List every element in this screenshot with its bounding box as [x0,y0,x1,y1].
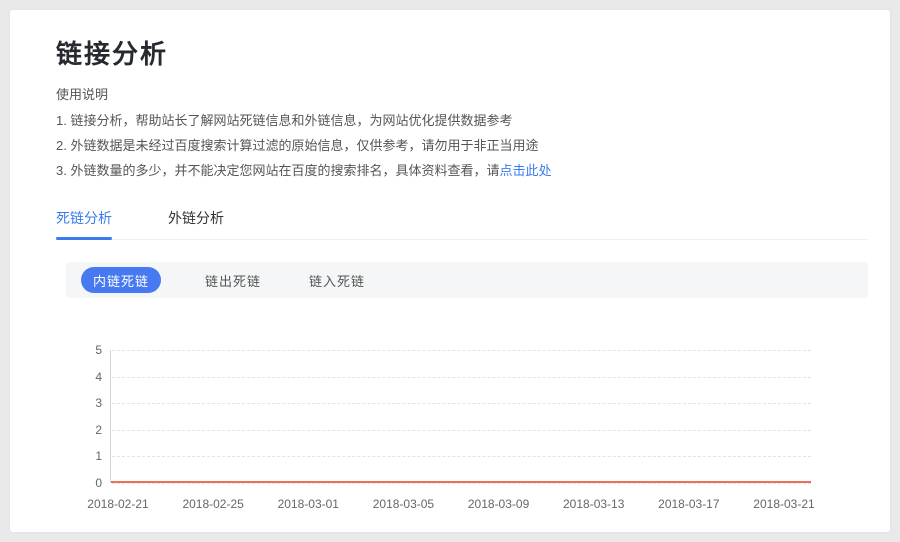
tab-dead-link-analysis[interactable]: 死链分析 [56,208,112,239]
x-tick-label: 2018-02-21 [87,497,148,511]
y-tick-label: 4 [42,371,102,383]
subtab-bar: 内链死链 链出死链 链入死链 [66,262,868,298]
y-tick-label: 0 [42,477,102,489]
plot-area [110,350,811,483]
instruction-line-1: 1. 链接分析，帮助站长了解网站死链信息和外链信息，为网站优化提供数据参考 [56,110,512,129]
tab-label: 死链分析 [56,210,112,226]
y-tick-label: 1 [42,450,102,462]
y-tick-label: 2 [42,424,102,436]
subtab-internal-dead-link[interactable]: 内链死链 [81,267,161,293]
line-series [111,350,811,483]
x-tick-label: 2018-03-21 [753,497,814,511]
usage-heading: 使用说明 [56,84,108,103]
link-analysis-panel: 链接分析 使用说明 1. 链接分析，帮助站长了解网站死链信息和外链信息，为网站优… [10,10,890,532]
x-tick-label: 2018-03-17 [658,497,719,511]
y-tick-label: 3 [42,397,102,409]
tab-external-link-analysis[interactable]: 外链分析 [168,208,224,239]
y-tick-label: 5 [42,344,102,356]
details-link[interactable]: 点击此处 [499,163,551,178]
tab-label: 外链分析 [168,210,224,226]
x-tick-label: 2018-03-09 [468,497,529,511]
subtab-outbound-dead-link[interactable]: 链出死链 [205,271,261,290]
dead-link-trend-chart: 0 1 2 3 4 5 2018-02-21 2018-02-25 2018-03-01 2018… [10,340,890,520]
gridline [112,483,811,484]
x-tick-label: 2018-02-25 [182,497,243,511]
page-title: 链接分析 [56,34,168,71]
instruction-line-3: 3. 外链数量的多少，并不能决定您网站在百度的搜索排名，具体资料查看，请点击此处 [56,160,551,179]
tab-bar: 死链分析 外链分析 [56,208,868,240]
x-tick-label: 2018-03-13 [563,497,624,511]
x-tick-label: 2018-03-01 [278,497,339,511]
subtab-inbound-dead-link[interactable]: 链入死链 [309,271,365,290]
instruction-line-2: 2. 外链数据是未经过百度搜索计算过滤的原始信息，仅供参考，请勿用于非正当用途 [56,135,538,154]
instruction-text: 3. 外链数量的多少，并不能决定您网站在百度的搜索排名，具体资料查看，请 [56,163,499,178]
x-tick-label: 2018-03-05 [373,497,434,511]
